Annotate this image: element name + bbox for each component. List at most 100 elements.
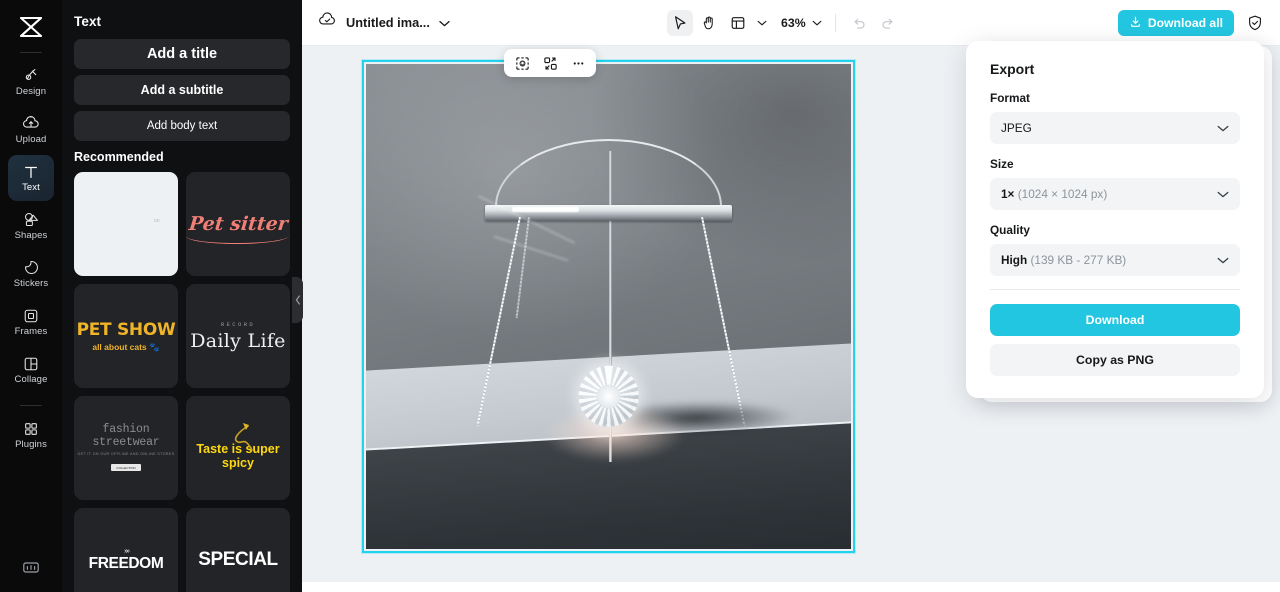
frames-icon	[23, 307, 39, 324]
sidebar-item-collage[interactable]: Collage	[8, 347, 54, 393]
replace-button[interactable]	[538, 52, 562, 74]
bottom-strip	[302, 582, 1280, 592]
template-card-fashion-streetwear[interactable]: fashion streetwear GET IT ON OUR OFFLINE…	[74, 396, 178, 500]
template-main-text: Pet sitter	[187, 213, 289, 235]
sidebar-item-stickers[interactable]: Stickers	[8, 251, 54, 297]
keyboard-shortcuts-icon[interactable]	[18, 556, 44, 578]
app-root: Design Upload Text Shapes Stickers Frame…	[0, 0, 1280, 592]
main-area: Untitled ima... 63% Download all Export …	[302, 0, 1280, 592]
upload-cloud-icon	[22, 115, 40, 132]
artboard-selection[interactable]	[362, 60, 855, 553]
dashed-selection-icon	[515, 56, 529, 70]
sidebar-item-upload[interactable]: Upload	[8, 107, 54, 153]
template-card-daily-life[interactable]: RECORD Daily Life	[186, 284, 290, 388]
undo-button[interactable]	[846, 10, 872, 36]
add-body-text-button[interactable]: Add body text	[74, 111, 290, 141]
select-tool-button[interactable]	[667, 9, 694, 36]
stand-bar-highlight	[511, 206, 580, 212]
cutout-button[interactable]	[510, 52, 534, 74]
export-panel: Export Format JPEG Size 1× (1024 × 1024 …	[966, 41, 1264, 398]
document-title[interactable]: Untitled ima...	[346, 15, 430, 30]
template-sub-text: GET IT ON OUR OFFLINE AND ONLINE STORES	[77, 451, 175, 456]
hand-icon	[703, 16, 713, 29]
template-art: fashion streetwear GET IT ON OUR OFFLINE…	[74, 423, 178, 474]
text-panel: Text Add a title Add a subtitle Add body…	[62, 0, 302, 592]
rail-divider-bottom	[20, 405, 42, 406]
template-main-text: fashion streetwear	[92, 422, 160, 449]
template-main-text: SPECIAL	[198, 549, 278, 570]
artwork-image[interactable]	[366, 64, 851, 549]
template-sub-text: spicy	[222, 456, 254, 470]
sidebar-item-label: Upload	[15, 134, 47, 145]
download-all-button[interactable]: Download all	[1117, 9, 1234, 36]
add-title-button[interactable]: Add a title	[74, 39, 290, 69]
size-select[interactable]: 1× (1024 × 1024 px)	[990, 178, 1240, 210]
zoom-chevron-button[interactable]	[809, 11, 825, 35]
shield-check-icon[interactable]	[1244, 12, 1266, 34]
template-chevron-text: »»	[124, 547, 130, 555]
sidebar-item-text[interactable]: Text	[8, 155, 54, 201]
layout-chevron-button[interactable]	[754, 11, 770, 35]
quality-value: High (139 KB - 277 KB)	[1001, 253, 1126, 267]
chevron-down-icon	[812, 20, 822, 25]
layout-tool-button[interactable]	[725, 10, 751, 36]
template-art: streetwear fashion FEELINGS DE	[74, 172, 178, 276]
panel-collapse-handle[interactable]	[292, 277, 303, 323]
sidebar-item-label: Design	[15, 86, 47, 97]
chevron-down-icon	[1217, 251, 1229, 269]
copy-as-png-button[interactable]: Copy as PNG	[990, 344, 1240, 376]
size-detail: (1024 × 1024 px)	[1017, 187, 1108, 201]
more-button[interactable]	[566, 52, 590, 74]
ellipsis-icon	[573, 61, 583, 65]
template-card-freedom[interactable]: »» FREEDOM	[74, 508, 178, 592]
top-toolbar: Untitled ima... 63% Download all	[302, 0, 1280, 46]
sidebar-item-shapes[interactable]: Shapes	[8, 203, 54, 249]
templates-scroll-area[interactable]: streetwear fashion FEELINGS DE Pet sitte…	[74, 172, 290, 592]
template-card-pet-sitter[interactable]: Pet sitter	[186, 172, 290, 276]
shapes-icon	[23, 211, 40, 228]
add-subtitle-button[interactable]: Add a subtitle	[74, 75, 290, 105]
quality-select[interactable]: High (139 KB - 277 KB)	[990, 244, 1240, 276]
sidebar-item-plugins[interactable]: Plugins	[8, 412, 54, 458]
plugins-grid-icon	[23, 420, 39, 437]
hand-tool-button[interactable]	[696, 10, 722, 36]
templates-grid: streetwear fashion FEELINGS DE Pet sitte…	[74, 172, 290, 592]
swoosh-decoration	[186, 236, 289, 244]
collage-icon	[23, 355, 39, 372]
recommended-heading: Recommended	[74, 150, 164, 164]
sidebar-item-label: Stickers	[13, 278, 49, 289]
template-card-feelings[interactable]: streetwear fashion FEELINGS DE	[74, 172, 178, 276]
rail-divider-top	[20, 52, 42, 53]
template-card-special[interactable]: SPECIAL	[186, 508, 290, 592]
size-label: Size	[990, 157, 1014, 171]
redo-button[interactable]	[875, 10, 901, 36]
sidebar-item-label: Frames	[14, 326, 48, 337]
format-select[interactable]: JPEG	[990, 112, 1240, 144]
design-icon	[23, 67, 40, 84]
sidebar-item-frames[interactable]: Frames	[8, 299, 54, 345]
template-sup-text: RECORD	[220, 320, 256, 328]
panel-title: Text	[74, 14, 102, 29]
template-card-pet-show[interactable]: PET SHOW all about cats 🐾	[74, 284, 178, 388]
curved-arrow-icon	[234, 423, 253, 451]
format-value: JPEG	[1001, 121, 1032, 135]
export-divider	[990, 289, 1240, 290]
chevron-down-icon[interactable]	[439, 14, 450, 32]
template-sub-text: DE	[153, 217, 160, 223]
chevron-down-icon	[1217, 185, 1229, 203]
zoom-level[interactable]: 63%	[781, 16, 806, 30]
template-main-text: Daily Life	[190, 329, 286, 352]
toolbar-center-group: 63%	[667, 9, 901, 36]
template-badge: COLLECTION	[111, 464, 141, 471]
download-button[interactable]: Download	[990, 304, 1240, 336]
swap-replace-icon	[543, 56, 557, 70]
sidebar-item-design[interactable]: Design	[8, 59, 54, 105]
chevron-down-icon	[1217, 119, 1229, 137]
capcut-logo[interactable]	[14, 12, 48, 42]
quality-level: High	[1001, 253, 1028, 267]
size-value: 1× (1024 × 1024 px)	[1001, 187, 1107, 201]
text-t-icon	[23, 163, 39, 180]
layout-panel-icon	[731, 16, 745, 29]
template-card-taste-spicy[interactable]: Taste is super spicy	[186, 396, 290, 500]
template-art: PET SHOW all about cats 🐾	[77, 320, 176, 353]
